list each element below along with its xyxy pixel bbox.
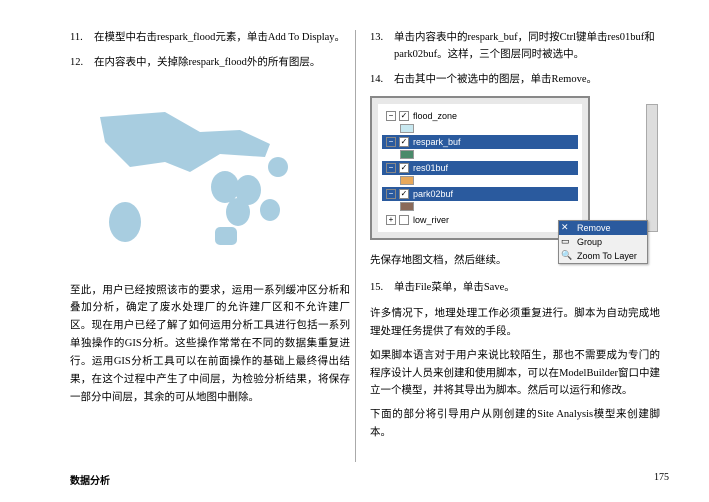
collapse-icon[interactable]: − [386, 163, 396, 173]
layer-label: low_river [413, 215, 449, 225]
checkbox-icon[interactable]: ✓ [399, 163, 409, 173]
list-item-13: 13. 单击内容表中的respark_buf，同时按Ctrl键单击res01bu… [370, 30, 660, 64]
layer-label: res01buf [413, 163, 448, 173]
txt-15: 单击File菜单，单击Save。 [394, 280, 660, 297]
remove-icon: ✕ [561, 222, 569, 233]
layers-panel: − ✓ flood_zone − ✓ respark_buf − ✓ r [370, 96, 590, 240]
txt-13: 单击内容表中的respark_buf，同时按Ctrl键单击res01buf和pa… [394, 30, 660, 64]
list-item-11: 11. 在模型中右击respark_flood元素，单击Add To Displ… [70, 30, 350, 47]
menu-remove[interactable]: ✕ Remove [559, 221, 647, 235]
layer-park02buf[interactable]: − ✓ park02buf [382, 187, 578, 201]
num-12: 12. [70, 55, 94, 72]
checkbox-icon[interactable]: ✓ [399, 111, 409, 121]
num-11: 11. [70, 30, 94, 47]
right-para1: 许多情况下，地理处理工作必须重复进行。脚本为自动完成地理处理任务提供了有效的手段… [370, 305, 660, 341]
group-icon: ▭ [561, 236, 570, 247]
menu-group[interactable]: ▭ Group [559, 235, 647, 249]
menu-zoom[interactable]: 🔍 Zoom To Layer [559, 249, 647, 263]
swatch-respark [400, 150, 414, 159]
left-paragraph: 至此，用户已经按照该市的要求，运用一系列缓冲区分析和叠加分析，确定了废水处理厂的… [70, 282, 350, 407]
txt-11: 在模型中右击respark_flood元素，单击Add To Display。 [94, 30, 350, 47]
footer-section: 数据分析 [70, 472, 110, 487]
checkbox-icon[interactable] [399, 215, 409, 225]
layer-label: flood_zone [413, 111, 457, 121]
collapse-icon[interactable]: − [386, 111, 396, 121]
num-15: 15. [370, 280, 394, 297]
column-divider [355, 30, 356, 462]
num-13: 13. [370, 30, 394, 64]
list-item-14: 14. 右击其中一个被选中的图层，单击Remove。 [370, 72, 660, 89]
list-item-15: 15. 单击File菜单，单击Save。 [370, 280, 660, 297]
layer-res01buf[interactable]: − ✓ res01buf [382, 161, 578, 175]
swatch-park02 [400, 202, 414, 211]
right-para2: 如果脚本语言对于用户来说比较陌生，那也不需要成为专门的程序设计人员来创建和使用脚… [370, 347, 660, 401]
context-menu: ✕ Remove ▭ Group 🔍 Zoom To Layer [558, 220, 648, 264]
zoom-icon: 🔍 [561, 250, 572, 261]
collapse-icon[interactable]: − [386, 189, 396, 199]
layer-label: park02buf [413, 189, 453, 199]
collapse-icon[interactable]: − [386, 137, 396, 147]
map-illustration [70, 82, 350, 262]
checkbox-icon[interactable]: ✓ [399, 137, 409, 147]
swatch-res01 [400, 176, 414, 185]
menu-label: Remove [577, 223, 611, 233]
txt-14: 右击其中一个被选中的图层，单击Remove。 [394, 72, 660, 89]
checkbox-icon[interactable]: ✓ [399, 189, 409, 199]
list-item-12: 12. 在内容表中，关掉除respark_flood外的所有图层。 [70, 55, 350, 72]
swatch-flood [400, 124, 414, 133]
txt-12: 在内容表中，关掉除respark_flood外的所有图层。 [94, 55, 350, 72]
menu-label: Zoom To Layer [577, 251, 637, 261]
right-para3: 下面的部分将引导用户从刚创建的Site Analysis模型来创建脚本。 [370, 406, 660, 442]
layer-label: respark_buf [413, 137, 461, 147]
layer-low-river[interactable]: + low_river [382, 213, 578, 227]
expand-icon[interactable]: + [386, 215, 396, 225]
layer-flood-zone[interactable]: − ✓ flood_zone [382, 109, 578, 123]
num-14: 14. [370, 72, 394, 89]
menu-label: Group [577, 237, 602, 247]
page-footer: 数据分析 175 [70, 472, 669, 487]
scrollbar[interactable] [646, 104, 658, 232]
page-number: 175 [654, 472, 669, 487]
layer-respark-buf[interactable]: − ✓ respark_buf [382, 135, 578, 149]
